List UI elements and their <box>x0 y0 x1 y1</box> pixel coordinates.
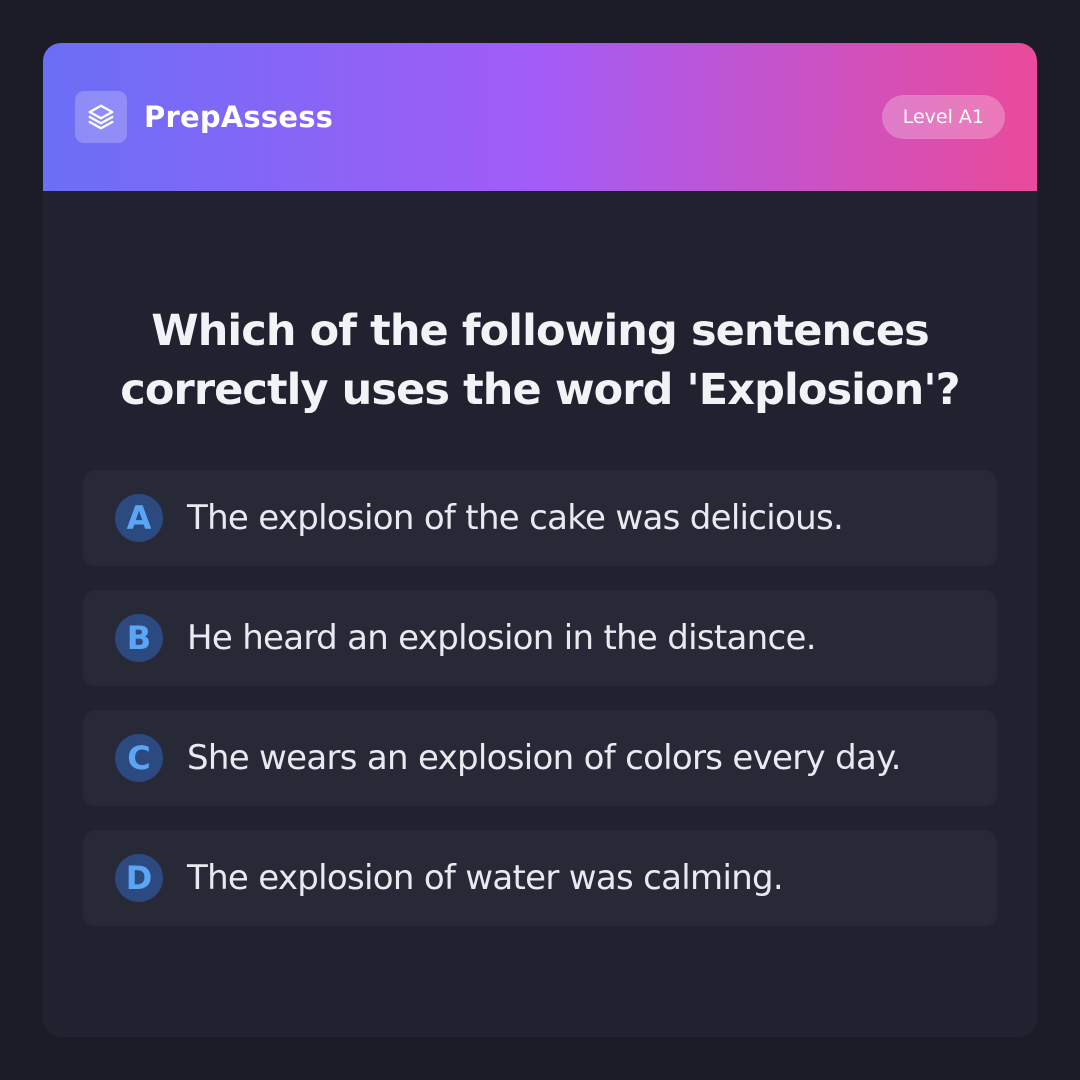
option-b[interactable]: B He heard an explosion in the distance. <box>83 590 997 686</box>
option-letter-a: A <box>115 494 163 542</box>
level-badge: Level A1 <box>881 95 1005 139</box>
option-letter-b: B <box>115 614 163 662</box>
option-d[interactable]: D The explosion of water was calming. <box>83 830 997 926</box>
option-text-a: The explosion of the cake was delicious. <box>187 498 844 538</box>
layers-icon <box>88 104 114 130</box>
option-text-d: The explosion of water was calming. <box>187 858 784 898</box>
question-text: Which of the following sentences correct… <box>120 306 960 415</box>
option-c[interactable]: C She wears an explosion of colors every… <box>83 710 997 806</box>
answer-options: A The explosion of the cake was deliciou… <box>83 470 997 950</box>
option-letter-c: C <box>115 734 163 782</box>
option-text-b: He heard an explosion in the distance. <box>187 618 817 658</box>
header-bar: PrepAssess Level A1 <box>43 43 1037 191</box>
brand-name: PrepAssess <box>144 100 334 134</box>
logo-badge <box>75 91 127 143</box>
quiz-card: PrepAssess Level A1 Which of the followi… <box>43 43 1037 1037</box>
option-a[interactable]: A The explosion of the cake was deliciou… <box>83 470 997 566</box>
option-text-c: She wears an explosion of colors every d… <box>187 738 901 778</box>
option-letter-d: D <box>115 854 163 902</box>
